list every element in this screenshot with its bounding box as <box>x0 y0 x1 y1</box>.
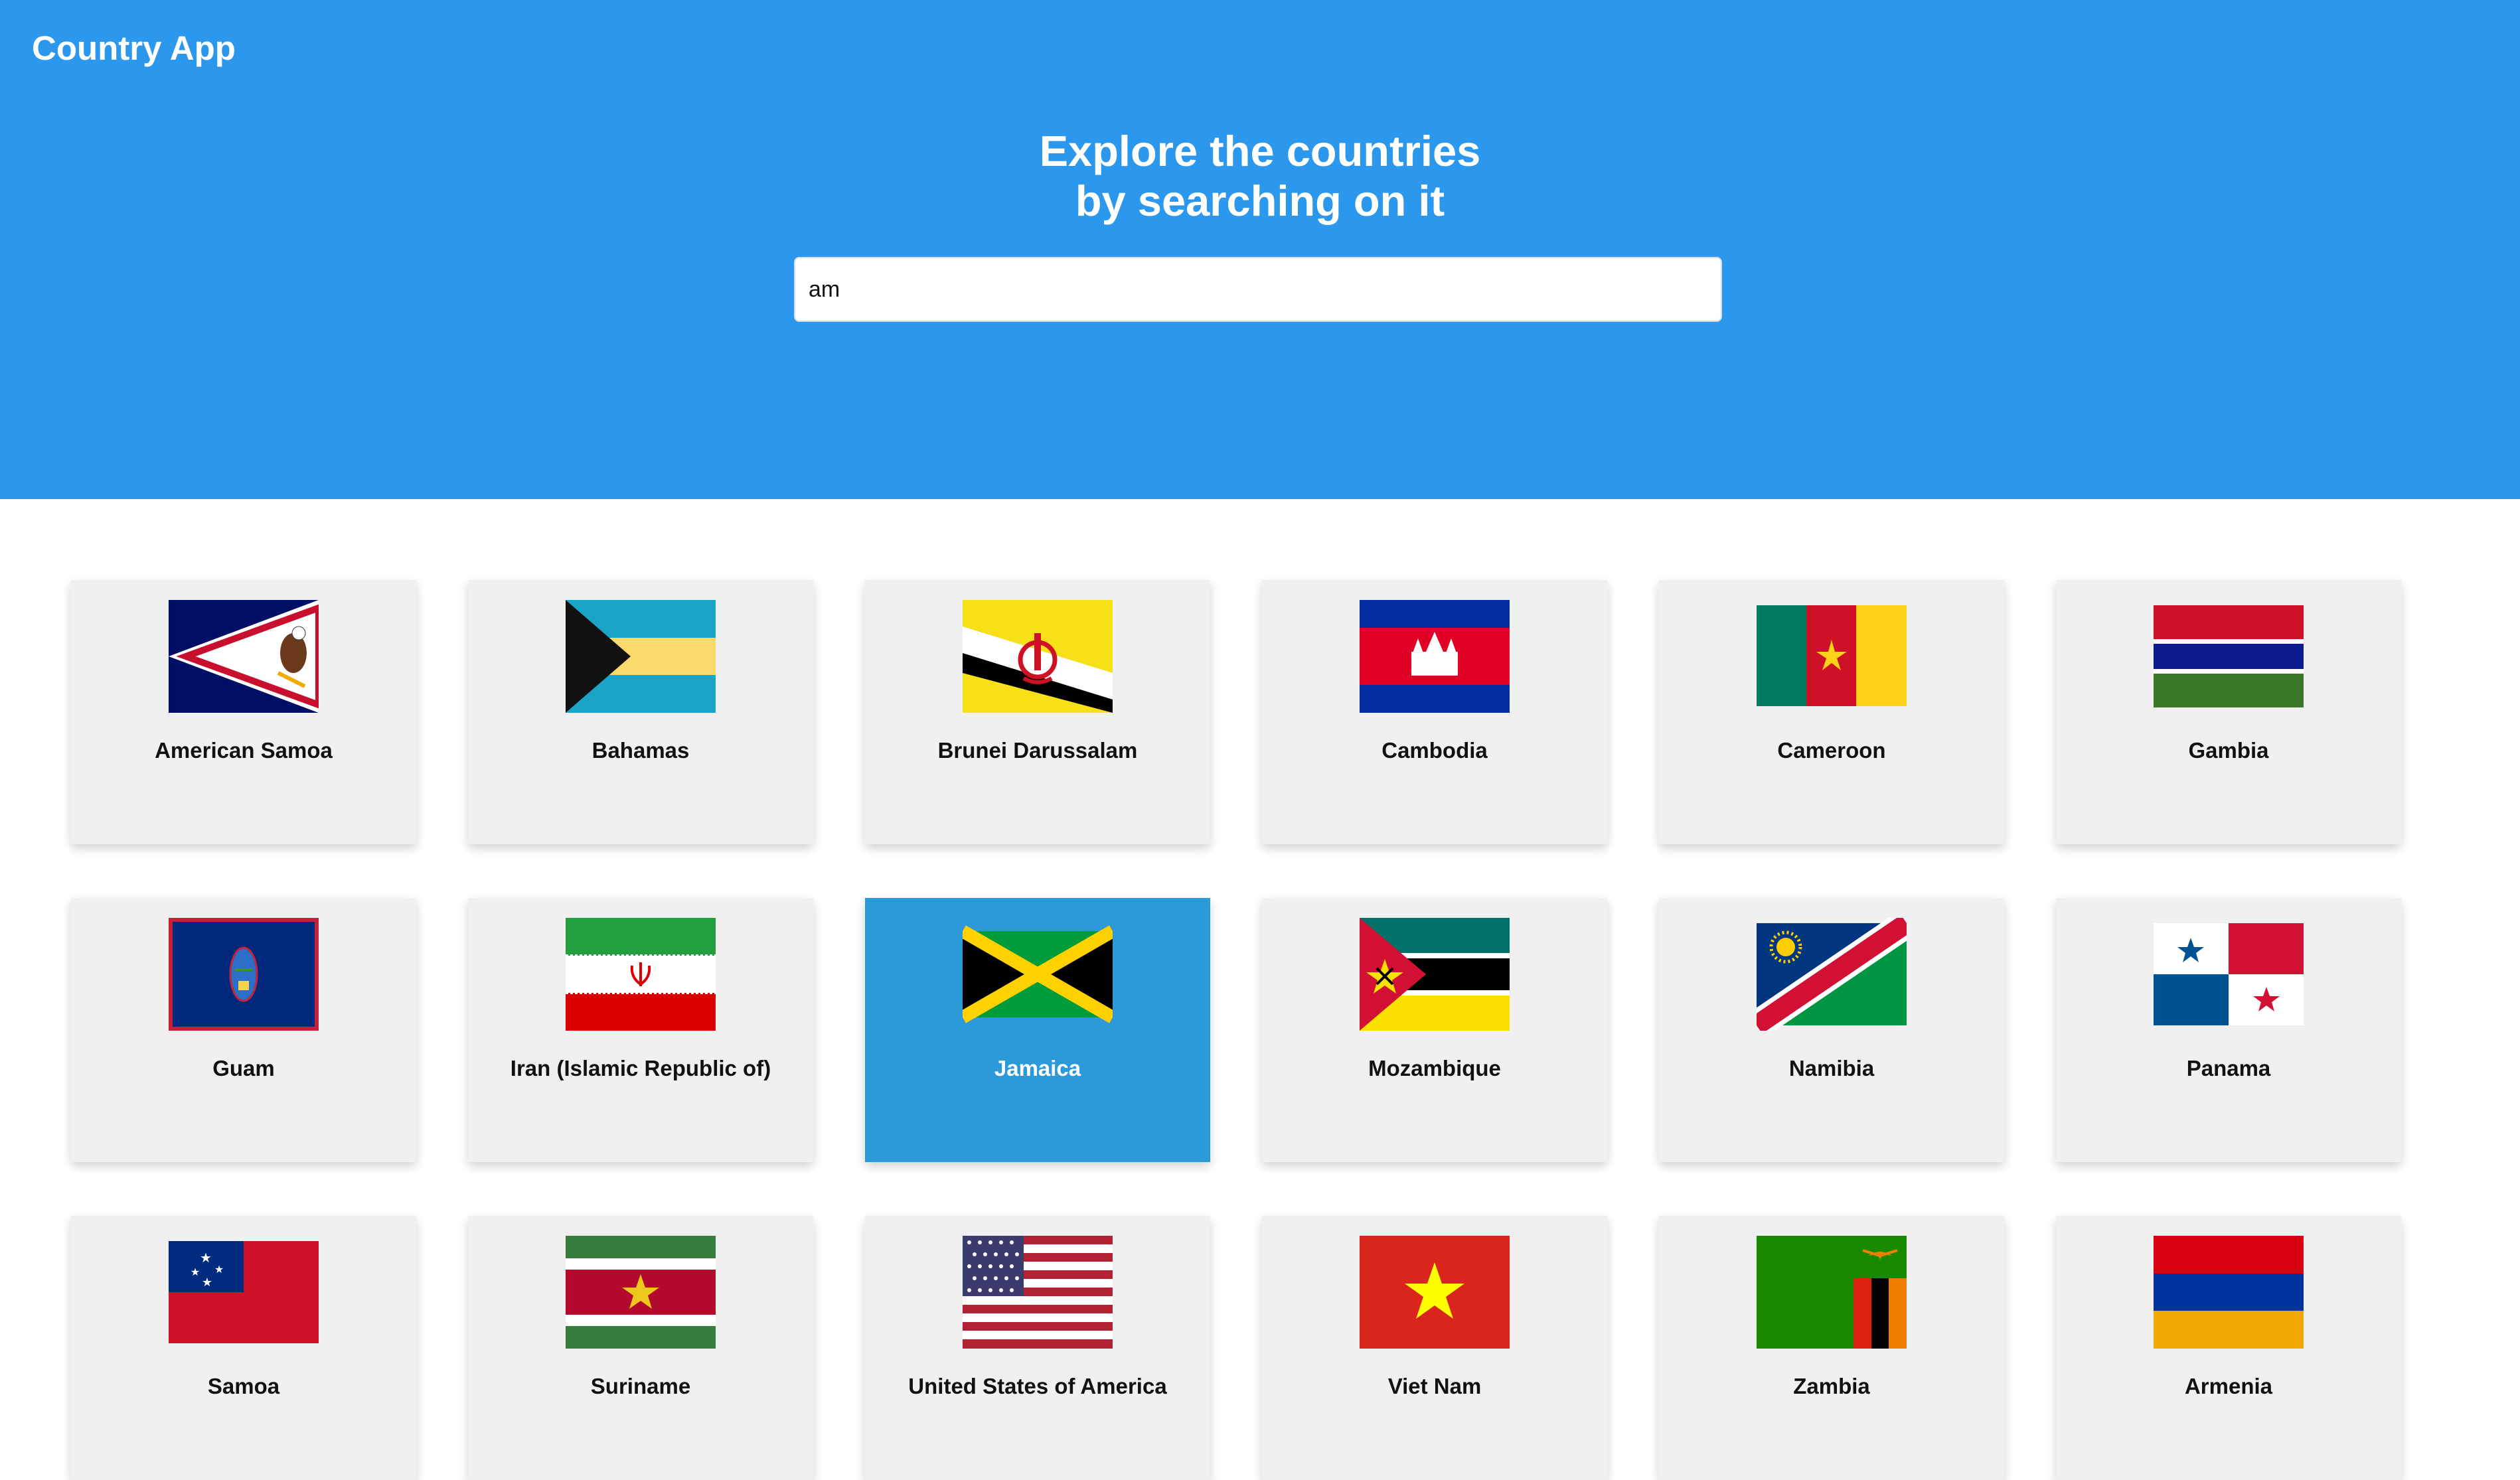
guam-flag-icon <box>169 918 319 1031</box>
bahamas-flag-icon <box>566 600 716 713</box>
app-title: Country App <box>32 29 236 67</box>
country-card-american-samoa[interactable]: American Samoa <box>71 580 416 844</box>
country-card-suriname[interactable]: Suriname <box>468 1216 813 1480</box>
country-name: Cameroon <box>1777 738 1886 763</box>
header-banner: Country App Explore the countries by sea… <box>0 0 2520 499</box>
panama-flag-icon <box>2154 918 2304 1031</box>
country-name: Suriname <box>590 1374 691 1398</box>
samoa-flag-icon: ★ ★ ★ ★ <box>169 1236 319 1349</box>
svg-text:★: ★ <box>191 1266 200 1278</box>
zambia-flag-icon <box>1757 1236 1907 1349</box>
country-card-namibia[interactable]: Namibia <box>1659 898 2004 1162</box>
jamaica-flag-icon <box>963 918 1113 1031</box>
vietnam-flag-icon <box>1360 1236 1510 1349</box>
country-name: Cambodia <box>1381 738 1488 763</box>
country-name: United States of America <box>908 1374 1167 1398</box>
country-card-vietnam[interactable]: Viet Nam <box>1262 1216 1607 1480</box>
country-name: Viet Nam <box>1387 1374 1482 1398</box>
country-name: Namibia <box>1788 1056 1875 1080</box>
country-card-cameroon[interactable]: Cameroon <box>1659 580 2004 844</box>
country-card-zambia[interactable]: Zambia <box>1659 1216 2004 1480</box>
country-card-armenia[interactable]: Armenia <box>2056 1216 2401 1480</box>
suriname-flag-icon <box>566 1236 716 1349</box>
mozambique-flag-icon <box>1360 918 1510 1031</box>
iran-flag-icon <box>566 918 716 1031</box>
country-card-usa[interactable]: United States of America <box>865 1216 1210 1480</box>
namibia-flag-icon <box>1757 918 1907 1031</box>
country-grid: American Samoa Bahamas Brunei Darussalam <box>71 580 2434 1480</box>
country-name: Mozambique <box>1368 1056 1501 1080</box>
country-card-guam[interactable]: Guam <box>71 898 416 1162</box>
american-samoa-flag-icon <box>169 600 319 713</box>
svg-text:★: ★ <box>214 1263 224 1276</box>
country-card-mozambique[interactable]: Mozambique <box>1262 898 1607 1162</box>
country-card-iran[interactable]: Iran (Islamic Republic of) <box>468 898 813 1162</box>
country-name: Iran (Islamic Republic of) <box>510 1056 771 1080</box>
country-card-jamaica[interactable]: Jamaica <box>865 898 1210 1162</box>
country-card-samoa[interactable]: ★ ★ ★ ★ Samoa <box>71 1216 416 1480</box>
country-name: Samoa <box>207 1374 280 1398</box>
country-name: Bahamas <box>591 738 690 763</box>
country-card-cambodia[interactable]: Cambodia <box>1262 580 1607 844</box>
hero-title-line-1: Explore the countries <box>1039 127 1481 175</box>
svg-text:★: ★ <box>200 1250 212 1266</box>
armenia-flag-icon <box>2154 1236 2304 1349</box>
cameroon-flag-icon <box>1757 600 1907 713</box>
cambodia-flag-icon <box>1360 600 1510 713</box>
hero-title: Explore the countries by searching on it <box>0 126 2520 226</box>
country-name: Panama <box>2186 1056 2271 1080</box>
country-name: Brunei Darussalam <box>937 738 1138 763</box>
country-card-panama[interactable]: Panama <box>2056 898 2401 1162</box>
gambia-flag-icon <box>2154 600 2304 713</box>
usa-flag-icon <box>963 1236 1113 1349</box>
brunei-flag-icon <box>963 600 1113 713</box>
country-card-brunei[interactable]: Brunei Darussalam <box>865 580 1210 844</box>
hero-title-line-2: by searching on it <box>1075 177 1445 225</box>
country-name: Zambia <box>1793 1374 1870 1398</box>
country-name: Armenia <box>2184 1374 2273 1398</box>
country-card-gambia[interactable]: Gambia <box>2056 580 2401 844</box>
country-card-bahamas[interactable]: Bahamas <box>468 580 813 844</box>
country-name: Jamaica <box>994 1056 1081 1080</box>
country-name: Gambia <box>2188 738 2269 763</box>
svg-text:★: ★ <box>202 1276 212 1290</box>
country-name: Guam <box>212 1056 275 1080</box>
country-search-input[interactable] <box>794 257 1722 322</box>
country-name: American Samoa <box>155 738 333 763</box>
